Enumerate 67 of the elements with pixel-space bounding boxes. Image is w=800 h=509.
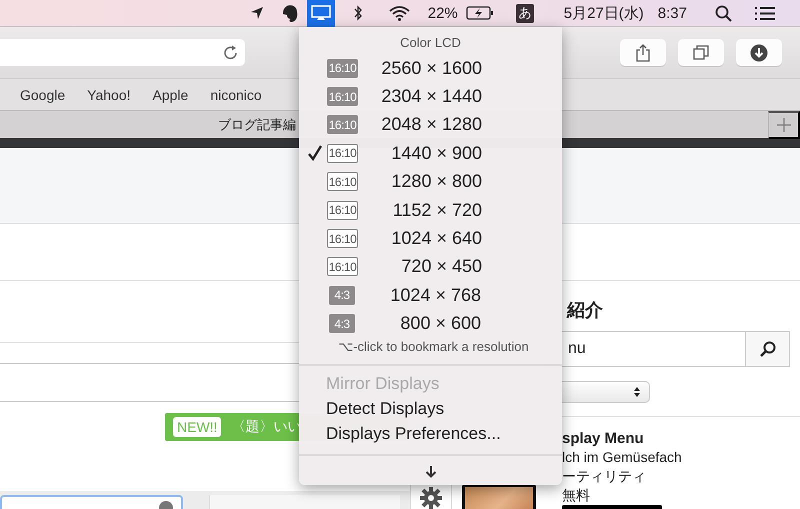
share-button[interactable] xyxy=(620,39,666,66)
bookmark-link[interactable]: niconico xyxy=(210,86,262,102)
download-icon xyxy=(750,44,768,62)
share-icon xyxy=(636,44,650,62)
wifi-icon xyxy=(388,5,410,21)
section-heading: 紹介 xyxy=(566,299,604,322)
app-price: 無料 xyxy=(562,486,591,505)
aspect-ratio-badge: 16:10 xyxy=(327,87,358,106)
bookmark-link[interactable]: Google xyxy=(20,86,66,102)
resolution-label: 720 × 450 xyxy=(400,256,482,278)
input-method-indicator[interactable]: あ xyxy=(516,4,534,22)
resolution-label: 1024 × 768 xyxy=(389,284,481,306)
bookmark-link[interactable]: Apple xyxy=(152,86,188,102)
resolution-label: 2560 × 1600 xyxy=(380,58,482,79)
reload-icon xyxy=(223,44,239,60)
resolution-item[interactable]: 16:10 1440 × 900 xyxy=(299,139,490,168)
bluetooth-icon xyxy=(352,5,363,21)
resolution-item[interactable]: 16:10 1280 × 800 xyxy=(299,168,490,196)
resolution-label: 800 × 600 xyxy=(399,313,481,334)
new-badge: NEW!! xyxy=(173,417,222,437)
resolution-item[interactable]: 16:10 1152 × 720 xyxy=(299,196,490,224)
search-button[interactable] xyxy=(745,331,790,367)
menubar-date[interactable]: 5月27日(水) xyxy=(564,4,644,22)
aspect-ratio-badge: 16:10 xyxy=(327,172,358,192)
aspect-ratio-badge: 16:10 xyxy=(327,229,358,248)
resolution-label: 1152 × 720 xyxy=(392,200,482,221)
down-arrow-icon xyxy=(424,464,436,478)
resolution-label: 1440 × 900 xyxy=(390,142,482,164)
aspect-ratio-badge: 16:10 xyxy=(327,115,358,134)
bookmark-link[interactable]: Yahoo! xyxy=(87,86,130,102)
resolution-item[interactable]: 16:10 1024 × 640 xyxy=(299,224,490,253)
search-icon xyxy=(760,341,776,357)
resolution-label: 2304 × 1440 xyxy=(380,86,482,108)
menubar-clock[interactable]: 8:37 xyxy=(658,4,687,22)
resolution-label: 2048 × 1280 xyxy=(380,114,482,136)
stepper-arrows-icon xyxy=(633,386,641,398)
resolution-label: 1024 × 640 xyxy=(390,228,482,250)
tab-title[interactable]: ブログ記事編 xyxy=(218,116,296,134)
tabs-icon xyxy=(693,44,709,60)
aspect-ratio-badge: 16:10 xyxy=(327,144,358,163)
resolution-item[interactable]: 16:10 2560 × 1600 xyxy=(299,54,490,82)
downloads-button[interactable] xyxy=(736,39,782,66)
resolution-label: 1280 × 800 xyxy=(390,171,482,192)
tabs-button[interactable] xyxy=(678,39,724,66)
resolution-item[interactable]: 16:10 720 × 450 xyxy=(299,252,490,282)
list-icon xyxy=(754,6,776,20)
resolution-item[interactable]: 16:10 2304 × 1440 xyxy=(299,82,490,111)
search-icon xyxy=(715,4,732,22)
aspect-ratio-badge: 16:10 xyxy=(327,200,358,220)
menu-hint: ⌥-click to bookmark a resolution xyxy=(338,338,529,355)
app-name[interactable]: splay Menu xyxy=(562,429,682,448)
aspect-ratio-badge: 16:10 xyxy=(327,257,358,276)
battery-percent: 22% xyxy=(428,4,458,22)
menu-title: Color LCD xyxy=(400,35,461,52)
battery-charging-icon xyxy=(466,5,494,21)
aspect-ratio-badge: 4:3 xyxy=(329,286,355,305)
plus-icon xyxy=(776,118,790,132)
resolution-item[interactable]: 4:3 800 × 600 xyxy=(299,310,489,338)
aspect-ratio-badge: 16:10 xyxy=(327,58,358,78)
new-tab-button[interactable] xyxy=(768,110,800,138)
address-field[interactable] xyxy=(0,39,245,66)
app-category: ーティリティ xyxy=(562,467,647,486)
display-menu-icon[interactable] xyxy=(306,0,335,26)
aspect-ratio-badge: 4:3 xyxy=(329,314,355,334)
app-subtitle: lch im Gemüsefach xyxy=(562,448,682,467)
resolution-item[interactable]: 16:10 2048 × 1280 xyxy=(299,110,490,140)
resolution-item[interactable]: 4:3 1024 × 768 xyxy=(299,281,489,310)
